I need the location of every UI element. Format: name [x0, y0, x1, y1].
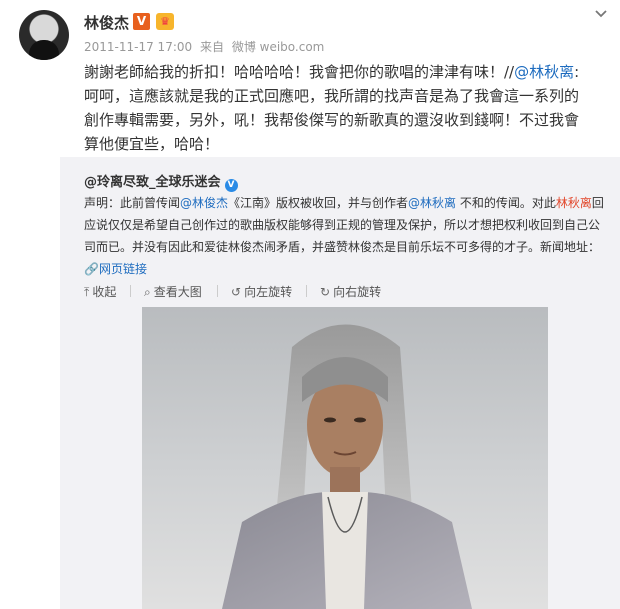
divider: [306, 285, 307, 297]
repost-author-name[interactable]: @玲离尽致_全球乐迷会: [84, 175, 221, 190]
repost-text-segment: 声明：此前曾传闻: [84, 196, 181, 210]
rotate-left-button[interactable]: ↺ 向左旋转: [231, 283, 292, 300]
weibo-post: 林俊杰 V ♛ 2011-11-17 17:00 来自 微博 weibo.com…: [0, 0, 620, 609]
web-link-label: 网页链接: [98, 262, 147, 276]
mention-link[interactable]: @林秋离: [514, 63, 574, 81]
post-source[interactable]: 微博 weibo.com: [232, 40, 325, 54]
source-prefix: 来自: [199, 40, 224, 54]
collapse-label: 收起: [92, 285, 117, 299]
divider: [217, 285, 218, 297]
repost-highlight: 林秋离: [555, 196, 592, 210]
magnifier-icon: ⌕: [144, 285, 151, 299]
divider: [130, 285, 131, 297]
portrait-illustration: [222, 324, 472, 609]
repost-text: 声明：此前曾传闻@林俊杰《江南》版权被收回，并与创作者@林秋离 不和的传闻。对此…: [84, 192, 609, 280]
view-large-label: 查看大图: [153, 285, 202, 299]
repost-mention-link[interactable]: @林俊杰: [180, 196, 228, 210]
repost-text-segment: 不和的传闻。对此: [456, 196, 556, 210]
web-link[interactable]: 🔗网页链接: [84, 262, 147, 276]
link-icon: 🔗: [84, 262, 99, 276]
rotate-left-label: 向左旋转: [244, 285, 293, 299]
post-text: 謝謝老師給我的折扣！哈哈哈哈！我會把你的歌唱的津津有味！//@林秋离: 呵呵，這…: [84, 60, 584, 156]
repost-text-segment: 《江南》版权被收回，并与创作者: [228, 196, 409, 210]
author-name[interactable]: 林俊杰: [84, 12, 129, 33]
verified-blue-icon: V: [224, 179, 238, 192]
verified-badge-icon: V: [133, 13, 150, 30]
member-badge-icon[interactable]: ♛: [156, 13, 174, 30]
repost-mention-link[interactable]: @林秋离: [408, 196, 456, 210]
collapse-button[interactable]: ⤒ 收起: [84, 283, 116, 300]
post-text-part1: 謝謝老師給我的折扣！哈哈哈哈！我會把你的歌唱的津津有味！//: [84, 63, 515, 81]
repost-author[interactable]: @玲离尽致_全球乐迷会 V: [84, 171, 238, 192]
view-large-button[interactable]: ⌕ 查看大图: [144, 283, 202, 300]
post-timestamp[interactable]: 2011-11-17 17:00: [84, 40, 192, 54]
arrow-up-icon: ⤒: [84, 285, 90, 299]
chevron-down-icon[interactable]: [590, 4, 612, 24]
post-photo[interactable]: [142, 307, 548, 609]
rotate-right-button[interactable]: ↻ 向右旋转: [320, 283, 381, 300]
author-avatar[interactable]: [19, 10, 69, 60]
rotate-right-label: 向右旋转: [333, 285, 382, 299]
post-meta: 2011-11-17 17:00 来自 微博 weibo.com: [84, 38, 328, 55]
rotate-right-icon: ↻: [320, 285, 331, 299]
rotate-left-icon: ↺: [231, 285, 242, 299]
